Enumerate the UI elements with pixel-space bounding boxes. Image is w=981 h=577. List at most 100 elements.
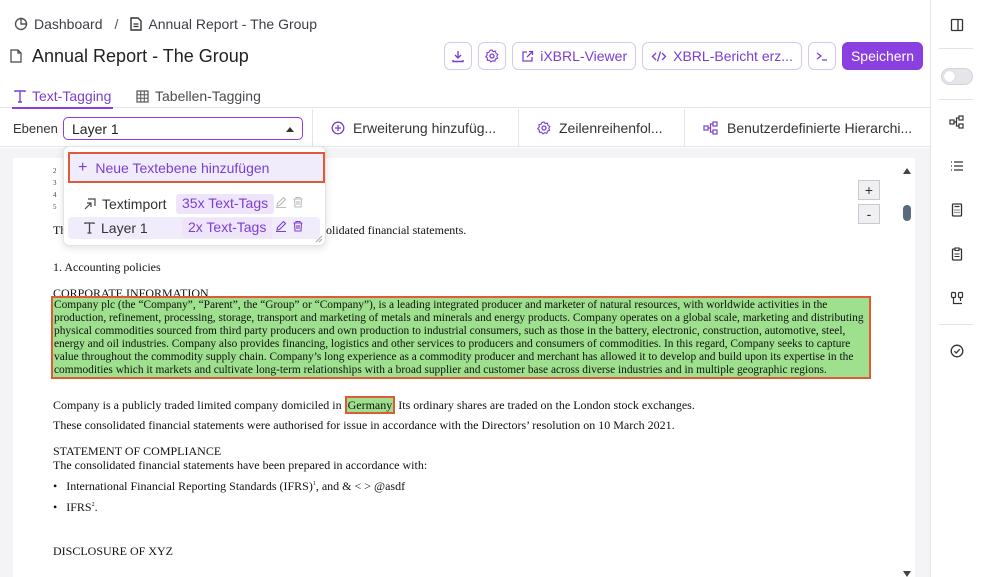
breadcrumb: Dashboard / Annual Report - The Group	[14, 14, 317, 34]
layer-select[interactable]: Layer 1	[63, 117, 303, 140]
hierarchy-icon[interactable]	[948, 113, 966, 131]
trash-icon[interactable]	[292, 220, 304, 232]
text-span: Its ordinary shares are traded on the Lo…	[395, 398, 695, 412]
plus-icon: +	[78, 158, 88, 176]
row-order-button[interactable]: Zeilenreihenfol...	[518, 109, 684, 147]
document-icon	[130, 17, 143, 31]
ixbrl-viewer-label: iXBRL-Viewer	[540, 48, 628, 64]
layer-actions	[275, 196, 304, 208]
download-button[interactable]	[444, 42, 473, 70]
edit-icon[interactable]	[275, 196, 287, 208]
text-span: .	[94, 500, 98, 514]
gear-icon	[485, 49, 499, 63]
tags-icon[interactable]	[948, 289, 966, 307]
section-heading: 1. Accounting policies	[53, 260, 161, 274]
scroll-thumb[interactable]	[903, 205, 911, 221]
gear-icon	[537, 121, 551, 135]
document-icon	[10, 49, 22, 63]
tag-count-badge: 35x Text-Tags	[176, 194, 275, 214]
clipboard-icon[interactable]	[948, 245, 966, 263]
toggle-switch[interactable]	[941, 68, 973, 85]
text-span: IFRS	[66, 500, 92, 514]
external-link-icon	[522, 50, 534, 62]
document-text: olidated financial statements.	[326, 223, 467, 237]
terminal-icon	[816, 52, 827, 61]
resize-handle-icon[interactable]	[315, 235, 323, 243]
text-span: Company is a publicly traded limited com…	[53, 398, 345, 412]
vertical-scrollbar[interactable]	[901, 165, 913, 577]
sidebar-toggle-icon[interactable]	[948, 16, 966, 34]
add-text-layer-label: Neue Textebene hinzufügen	[95, 159, 270, 176]
text-span: International Financial Reporting Standa…	[66, 479, 313, 493]
save-button[interactable]: Speichern	[841, 42, 923, 70]
tab-label: Text-Tagging	[32, 88, 112, 104]
section-heading: STATEMENT OF COMPLIANCE	[53, 444, 222, 458]
scroll-down-arrow[interactable]	[903, 571, 911, 577]
text-icon	[14, 89, 26, 103]
edit-icon[interactable]	[275, 220, 287, 232]
xbrl-report-label: XBRL-Bericht erz...	[673, 48, 793, 64]
list-item: • IFRS2.	[53, 500, 98, 514]
tagged-text-block[interactable]: Company plc (the “Company”, “Parent”, th…	[51, 296, 871, 380]
terminal-button[interactable]	[807, 42, 836, 70]
custom-hierarchy-button[interactable]: Benutzerdefinierte Hierarchi...	[684, 109, 930, 147]
add-extension-button[interactable]: Erweiterung hinzufüg...	[312, 109, 518, 147]
ixbrl-viewer-button[interactable]: iXBRL-Viewer	[512, 42, 637, 70]
line-number: 2	[53, 167, 57, 175]
section-heading: DISCLOSURE OF XYZ	[53, 544, 174, 558]
add-text-layer-button[interactable]: + Neue Textebene hinzufügen	[68, 152, 325, 183]
scroll-up-arrow[interactable]	[903, 168, 911, 174]
check-circle-icon[interactable]	[948, 342, 966, 360]
tag-count-badge: 2x Text-Tags	[182, 218, 273, 238]
breadcrumb-dashboard-link[interactable]: Dashboard	[34, 16, 103, 32]
add-extension-label: Erweiterung hinzufüg...	[353, 120, 497, 136]
line-number: 5	[53, 203, 57, 211]
list-item: • International Financial Reporting Stan…	[53, 479, 406, 493]
zoom-in-button[interactable]: +	[858, 180, 880, 200]
layer-actions	[275, 220, 304, 232]
table-icon	[136, 89, 149, 103]
tagged-text-inline[interactable]: Germany	[344, 396, 396, 414]
tab-text-tagging[interactable]: Text-Tagging	[11, 84, 114, 109]
layer-option-textimport[interactable]: Textimport 35x Text-Tags	[68, 193, 320, 215]
line-number: 4	[53, 191, 57, 199]
layers-label: Ebenen	[13, 121, 58, 136]
divider	[939, 48, 973, 49]
calculator-icon[interactable]	[948, 201, 966, 219]
layer-name: Textimport	[102, 196, 167, 212]
code-icon	[651, 50, 667, 62]
page-title: Annual Report - The Group	[32, 45, 249, 66]
divider	[939, 99, 973, 100]
text-span: , and & < > @asdf	[315, 479, 406, 493]
tab-table-tagging[interactable]: Tabellen-Tagging	[136, 84, 261, 108]
tab-bar: Text-Tagging Tabellen-Tagging	[0, 78, 930, 109]
layer-toolbar: Ebenen Layer 1 Erweiterung hinzufüg... Z…	[0, 109, 930, 147]
plus-circle-icon	[331, 121, 345, 135]
row-order-label: Zeilenreihenfol...	[559, 120, 663, 136]
text-icon	[84, 222, 95, 234]
breadcrumb-current: Annual Report - The Group	[148, 16, 318, 32]
line-number: 3	[53, 179, 57, 187]
zoom-out-button[interactable]: -	[858, 204, 880, 224]
right-sidebar	[930, 0, 981, 577]
import-icon	[84, 198, 96, 210]
document-text: Company is a publicly traded limited com…	[53, 396, 695, 414]
layer-name: Layer 1	[101, 220, 148, 236]
layer-option-layer-1[interactable]: Layer 1 2x Text-Tags	[68, 217, 320, 239]
divider	[939, 324, 973, 325]
settings-button[interactable]	[478, 42, 507, 70]
custom-hierarchy-label: Benutzerdefinierte Hierarchi...	[727, 120, 913, 136]
xbrl-report-button[interactable]: XBRL-Bericht erz...	[642, 42, 802, 70]
breadcrumb-separator: /	[114, 16, 119, 32]
dashboard-icon[interactable]	[14, 17, 28, 31]
document-text: These consolidated financial statements …	[53, 418, 675, 432]
chevron-up-icon	[286, 127, 294, 132]
document-text: The consolidated financial statements ha…	[53, 458, 428, 472]
download-icon	[452, 51, 464, 63]
layer-select-value: Layer 1	[72, 121, 119, 137]
toolbar: iXBRL-Viewer XBRL-Bericht erz... Speiche…	[444, 42, 923, 70]
layer-dropdown: + Neue Textebene hinzufügen Textimport 3…	[63, 146, 326, 246]
tab-label: Tabellen-Tagging	[155, 88, 261, 104]
list-icon[interactable]	[948, 157, 966, 175]
trash-icon[interactable]	[292, 196, 304, 208]
